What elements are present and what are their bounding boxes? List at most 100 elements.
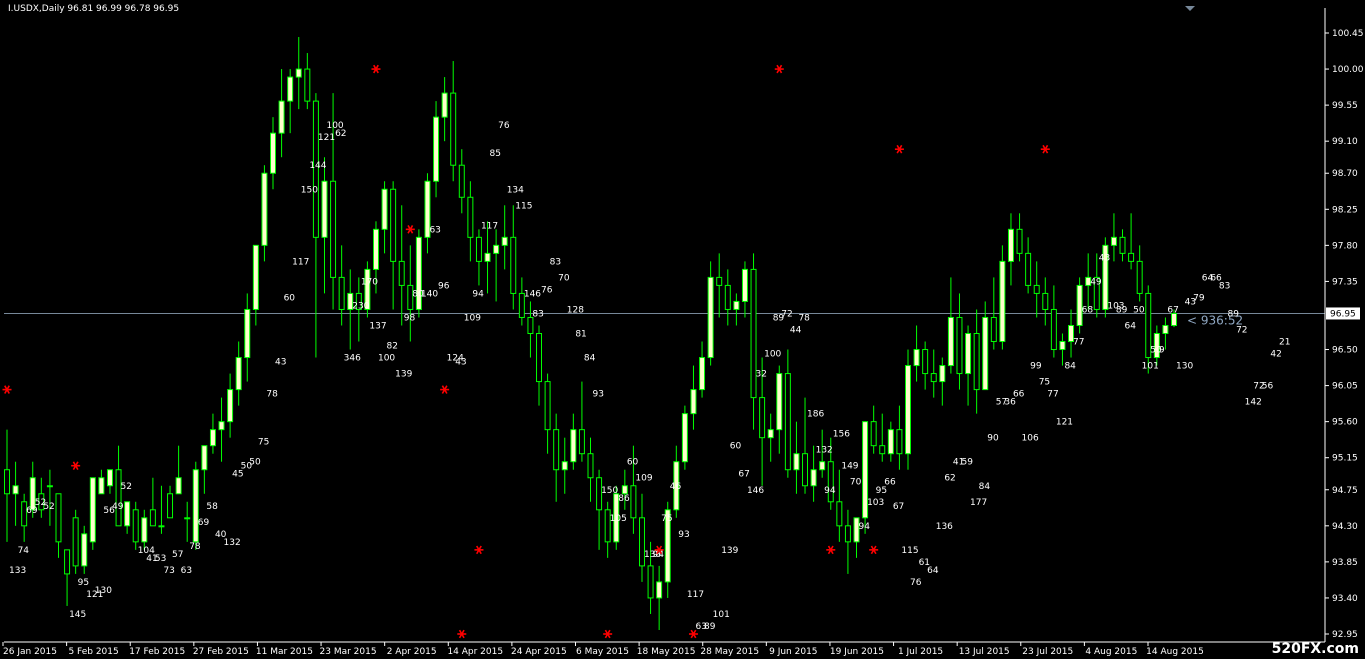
candle-body-bear — [802, 453, 809, 487]
volume-label: 58 — [206, 502, 218, 512]
volume-label: 94 — [859, 522, 871, 532]
candle-body-bull — [158, 525, 165, 528]
candle-body-bear — [1016, 228, 1023, 254]
volume-label: 96 — [438, 281, 450, 291]
candlestick-chart[interactable]: < 936:52 1337469525214595121130564952104… — [0, 0, 1365, 659]
volume-label: 85 — [490, 149, 501, 159]
volume-label: 81 — [575, 330, 586, 340]
volume-label: 62 — [944, 474, 955, 484]
candle-body-bear — [536, 333, 543, 383]
volume-label: 144 — [309, 161, 326, 171]
volume-label: 76 — [910, 578, 922, 588]
volume-label: 44 — [790, 325, 802, 335]
volume-label: 60 — [284, 293, 296, 303]
fractal-marker-icon — [457, 629, 467, 639]
candle-body-bear — [844, 525, 851, 543]
volume-label: 50 — [249, 458, 261, 468]
volume-label: 150 — [601, 486, 618, 496]
candle-body-bull — [690, 389, 697, 415]
candle-body-bear — [1025, 252, 1032, 286]
volume-label: 57 — [172, 550, 183, 560]
volume-label: 42 — [1270, 350, 1281, 360]
x-tick-label: 27 Feb 2015 — [193, 647, 249, 657]
volume-label: 67 — [893, 502, 904, 512]
volume-label: 73 — [163, 566, 174, 576]
volume-label: 43 — [1099, 253, 1110, 263]
candle-body-bull — [209, 429, 216, 447]
candle-body-bull — [887, 429, 894, 455]
volume-label: 142 — [1245, 398, 1262, 408]
volume-label: 66 — [884, 478, 896, 488]
volume-label: 109 — [464, 313, 481, 323]
candle-body-bear — [72, 517, 79, 567]
volume-label: 83 — [550, 257, 561, 267]
candle-body-bull — [235, 357, 242, 391]
volume-label: 100 — [378, 354, 395, 364]
volume-label: 146 — [747, 486, 764, 496]
candle-body-bull — [905, 365, 911, 455]
candle-body-bull — [89, 477, 96, 543]
candle-body-bear — [630, 485, 637, 519]
volume-label: 109 — [635, 474, 652, 484]
time-axis: 26 Jan 2015 5 Feb 2015 17 Feb 2015 27 Feb 2… — [2, 641, 1325, 657]
x-tick-label: 4 Aug 2015 — [1085, 647, 1137, 657]
candle-body-bear — [930, 373, 937, 383]
volume-label: 83 — [1219, 281, 1230, 291]
candles-layer — [4, 37, 1177, 630]
volume-label: 106 — [1022, 434, 1039, 444]
volume-label: 117 — [292, 257, 309, 267]
volume-label: 101 — [1142, 362, 1159, 372]
candle-body-bull — [381, 188, 388, 230]
price-axis: 100.45 100.00 99.55 99.10 98.70 98.25 97.80 97.… — [1324, 8, 1364, 642]
volume-label: 105 — [610, 514, 627, 524]
y-tick-label: 98.25 — [1332, 205, 1358, 215]
fractal-marker-icon — [894, 144, 904, 154]
volume-label: 99 — [1030, 362, 1042, 372]
volume-label: 84 — [584, 354, 596, 364]
x-tick-label: 5 Feb 2015 — [68, 647, 118, 657]
x-tick-label: 23 Mar 2015 — [320, 647, 377, 657]
candle-body-bull — [287, 76, 294, 102]
volume-label: 83 — [532, 309, 543, 319]
volume-label: 67 — [1167, 305, 1178, 315]
volume-label: 66 — [1013, 390, 1025, 400]
candle-body-bull — [776, 373, 783, 431]
y-tick-label: 95.60 — [1332, 418, 1358, 428]
volume-label: 46 — [670, 482, 682, 492]
candle-body-bull — [999, 260, 1006, 343]
candle-body-bear — [724, 284, 731, 310]
volume-label: 186 — [807, 410, 824, 420]
candle-body-bear — [132, 509, 139, 543]
candle-body-bear — [716, 276, 723, 286]
candle-body-bull — [819, 461, 826, 471]
volume-label: 78 — [266, 390, 278, 400]
candle-body-bear — [870, 421, 877, 447]
candle-body-bear — [922, 349, 929, 375]
volume-label: 60 — [730, 442, 742, 452]
candle-body-bull — [939, 365, 946, 383]
volume-label: 60 — [627, 458, 639, 468]
candle-body-bull — [372, 228, 379, 270]
candle-body-bull — [947, 316, 954, 367]
candle-body-bear — [647, 565, 654, 599]
fractal-markers-layer — [2, 64, 1050, 639]
candle-body-bear — [1033, 284, 1040, 294]
volume-label: 62 — [335, 129, 346, 139]
candle-body-bull — [227, 389, 234, 423]
candle-body-bull — [1162, 324, 1169, 334]
candle-body-bull — [141, 517, 148, 543]
candle-body-bull — [124, 501, 131, 527]
y-tick-label: 99.10 — [1332, 137, 1358, 147]
y-tick-label: 94.75 — [1332, 486, 1358, 496]
fractal-marker-icon — [440, 385, 450, 394]
x-tick-label: 26 Jan 2015 — [3, 647, 57, 657]
volume-label: 170 — [361, 277, 378, 287]
volume-label: 77 — [1047, 390, 1058, 400]
volume-label: 137 — [369, 321, 386, 331]
candle-body-bull — [501, 236, 508, 246]
scroll-shift-marker-icon[interactable] — [1185, 6, 1195, 11]
x-tick-label: 13 Jul 2015 — [959, 647, 1010, 657]
volume-label: 68 — [1082, 305, 1094, 315]
candle-body-bull — [433, 116, 440, 182]
volume-label: 72 — [1236, 325, 1247, 335]
